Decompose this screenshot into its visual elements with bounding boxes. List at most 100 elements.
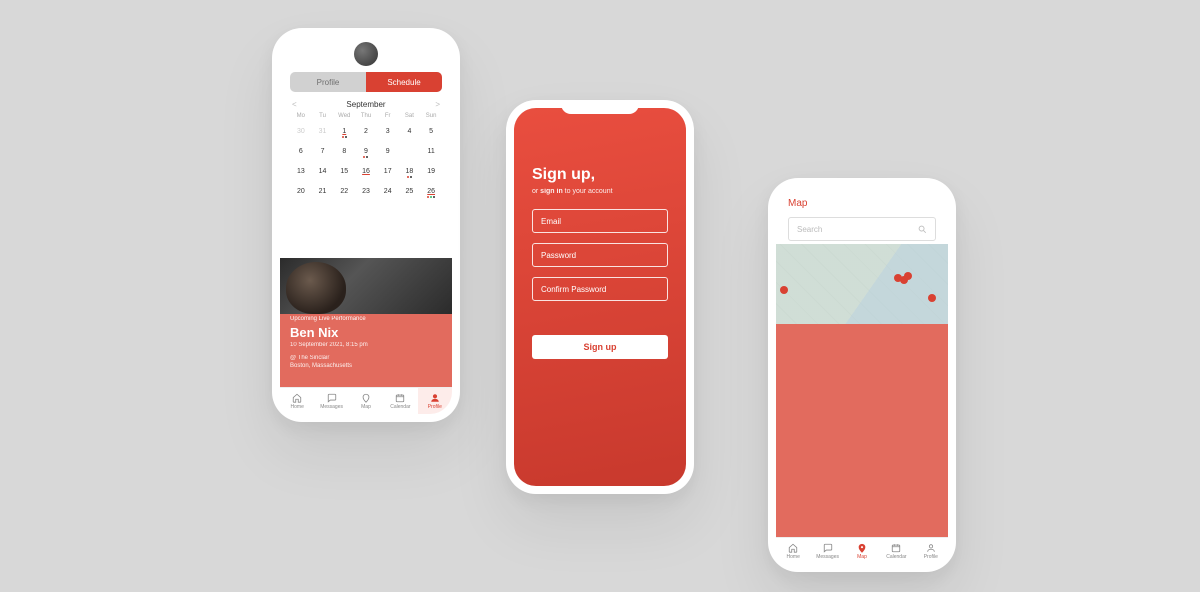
nav-home[interactable]: Home (776, 538, 810, 564)
calendar-day[interactable]: 23 (355, 183, 377, 203)
calendar-day[interactable]: 7 (312, 143, 334, 163)
nav-messages[interactable]: Messages (810, 538, 844, 564)
phone-map-screen: Map Search HomeMessagesMapCalendarProfil… (776, 186, 948, 564)
calendar-day[interactable]: 5 (420, 123, 442, 143)
calendar-day[interactable]: 17 (377, 163, 399, 183)
calendar-day[interactable]: 10 (399, 143, 421, 163)
event-city: Boston, Massachusetts (290, 362, 442, 370)
nav-label: Calendar (390, 404, 410, 410)
messages-icon (823, 543, 833, 553)
nav-messages[interactable]: Messages (314, 388, 348, 414)
event-location: @ The Sinclair Boston, Massachusetts (290, 354, 442, 370)
nav-label: Profile (428, 404, 442, 410)
map-canvas[interactable] (776, 244, 948, 324)
map-results-panel[interactable] (776, 324, 948, 538)
search-icon (917, 224, 927, 234)
profile-icon (430, 393, 440, 403)
event-datetime: 10 September 2021, 8:15 pm (290, 342, 442, 348)
calendar-icon (891, 543, 901, 553)
map-pin[interactable] (928, 294, 936, 302)
signin-link[interactable]: sign in (540, 188, 563, 195)
calendar-day[interactable]: 8 (333, 143, 355, 163)
calendar-icon (395, 393, 405, 403)
prev-month-button[interactable]: < (292, 100, 297, 109)
phone-signup-mock: Sign up, or sign in to your account Emai… (506, 100, 694, 494)
month-label: September (346, 100, 385, 109)
calendar-day[interactable]: 19 (420, 163, 442, 183)
calendar-day[interactable]: 3 (377, 123, 399, 143)
nav-calendar[interactable]: Calendar (383, 388, 417, 414)
upcoming-event-card[interactable]: Upcoming Live Performance Ben Nix 10 Sep… (280, 258, 452, 388)
calendar-day[interactable]: 15 (333, 163, 355, 183)
calendar-day[interactable]: 13 (290, 163, 312, 183)
map-icon (361, 393, 371, 403)
map-icon (857, 543, 867, 553)
nav-map[interactable]: Map (845, 538, 879, 564)
calendar-grid: 3031123456789910111314151617181920212223… (280, 123, 452, 203)
weekday-label: Tu (312, 109, 334, 123)
calendar-day[interactable]: 9 (355, 143, 377, 163)
search-placeholder: Search (797, 225, 822, 234)
home-icon (292, 393, 302, 403)
signup-subtitle: or sign in to your account (532, 188, 668, 195)
nav-profile[interactable]: Profile (914, 538, 948, 564)
phone-calendar-screen: Profile Schedule < September > MoTuWedTh… (280, 36, 452, 414)
nav-label: Home (291, 404, 304, 410)
calendar-day[interactable]: 24 (377, 183, 399, 203)
calendar-day[interactable]: 22 (333, 183, 355, 203)
calendar-day[interactable]: 4 (399, 123, 421, 143)
nav-calendar[interactable]: Calendar (879, 538, 913, 564)
weekday-label: Fr (377, 109, 399, 123)
password-field[interactable]: Password (532, 243, 668, 267)
calendar-day[interactable]: 20 (290, 183, 312, 203)
nav-label: Home (787, 554, 800, 560)
calendar-day[interactable]: 14 (312, 163, 334, 183)
calendar-day[interactable]: 30 (290, 123, 312, 143)
month-switcher: < September > (280, 100, 452, 109)
profile-schedule-tabs: Profile Schedule (290, 72, 442, 92)
event-body: Upcoming Live Performance Ben Nix 10 Sep… (290, 316, 442, 370)
avatar[interactable] (354, 42, 378, 66)
event-dots (355, 156, 377, 158)
search-input[interactable]: Search (788, 217, 936, 241)
calendar-week: 13141516171819 (280, 163, 452, 183)
map-pin[interactable] (904, 272, 912, 280)
messages-icon (327, 393, 337, 403)
calendar-day[interactable]: 18 (399, 163, 421, 183)
tab-schedule[interactable]: Schedule (366, 72, 442, 92)
calendar-day[interactable]: 1 (333, 123, 355, 143)
calendar-week: 678991011 (280, 143, 452, 163)
calendar-day[interactable]: 31 (312, 123, 334, 143)
calendar-day[interactable]: 11 (420, 143, 442, 163)
nav-label: Messages (816, 554, 839, 560)
nav-home[interactable]: Home (280, 388, 314, 414)
event-dots (420, 196, 442, 198)
subtitle-prefix: or (532, 188, 540, 195)
weekday-label: Sat (399, 109, 421, 123)
calendar-day[interactable]: 26 (420, 183, 442, 203)
event-venue: @ The Sinclair (290, 354, 442, 362)
subtitle-suffix: to your account (563, 188, 613, 195)
tab-profile[interactable]: Profile (290, 72, 366, 92)
confirm-password-field[interactable]: Confirm Password (532, 277, 668, 301)
map-pin[interactable] (780, 286, 788, 294)
nav-label: Messages (320, 404, 343, 410)
event-tag: Upcoming Live Performance (290, 316, 442, 322)
calendar-day[interactable]: 16 (355, 163, 377, 183)
nav-map[interactable]: Map (349, 388, 383, 414)
calendar-week: 20212223242526 (280, 183, 452, 203)
nav-label: Profile (924, 554, 938, 560)
phone-signup-screen: Sign up, or sign in to your account Emai… (514, 108, 686, 486)
calendar-day[interactable]: 21 (312, 183, 334, 203)
calendar-day[interactable]: 9 (377, 143, 399, 163)
calendar-day[interactable]: 2 (355, 123, 377, 143)
weekday-label: Thu (355, 109, 377, 123)
nav-label: Calendar (886, 554, 906, 560)
signup-button[interactable]: Sign up (532, 335, 668, 359)
nav-label: Map (361, 404, 371, 410)
email-field[interactable]: Email (532, 209, 668, 233)
nav-profile[interactable]: Profile (418, 388, 452, 414)
calendar-day[interactable]: 25 (399, 183, 421, 203)
calendar-day[interactable]: 6 (290, 143, 312, 163)
next-month-button[interactable]: > (435, 100, 440, 109)
